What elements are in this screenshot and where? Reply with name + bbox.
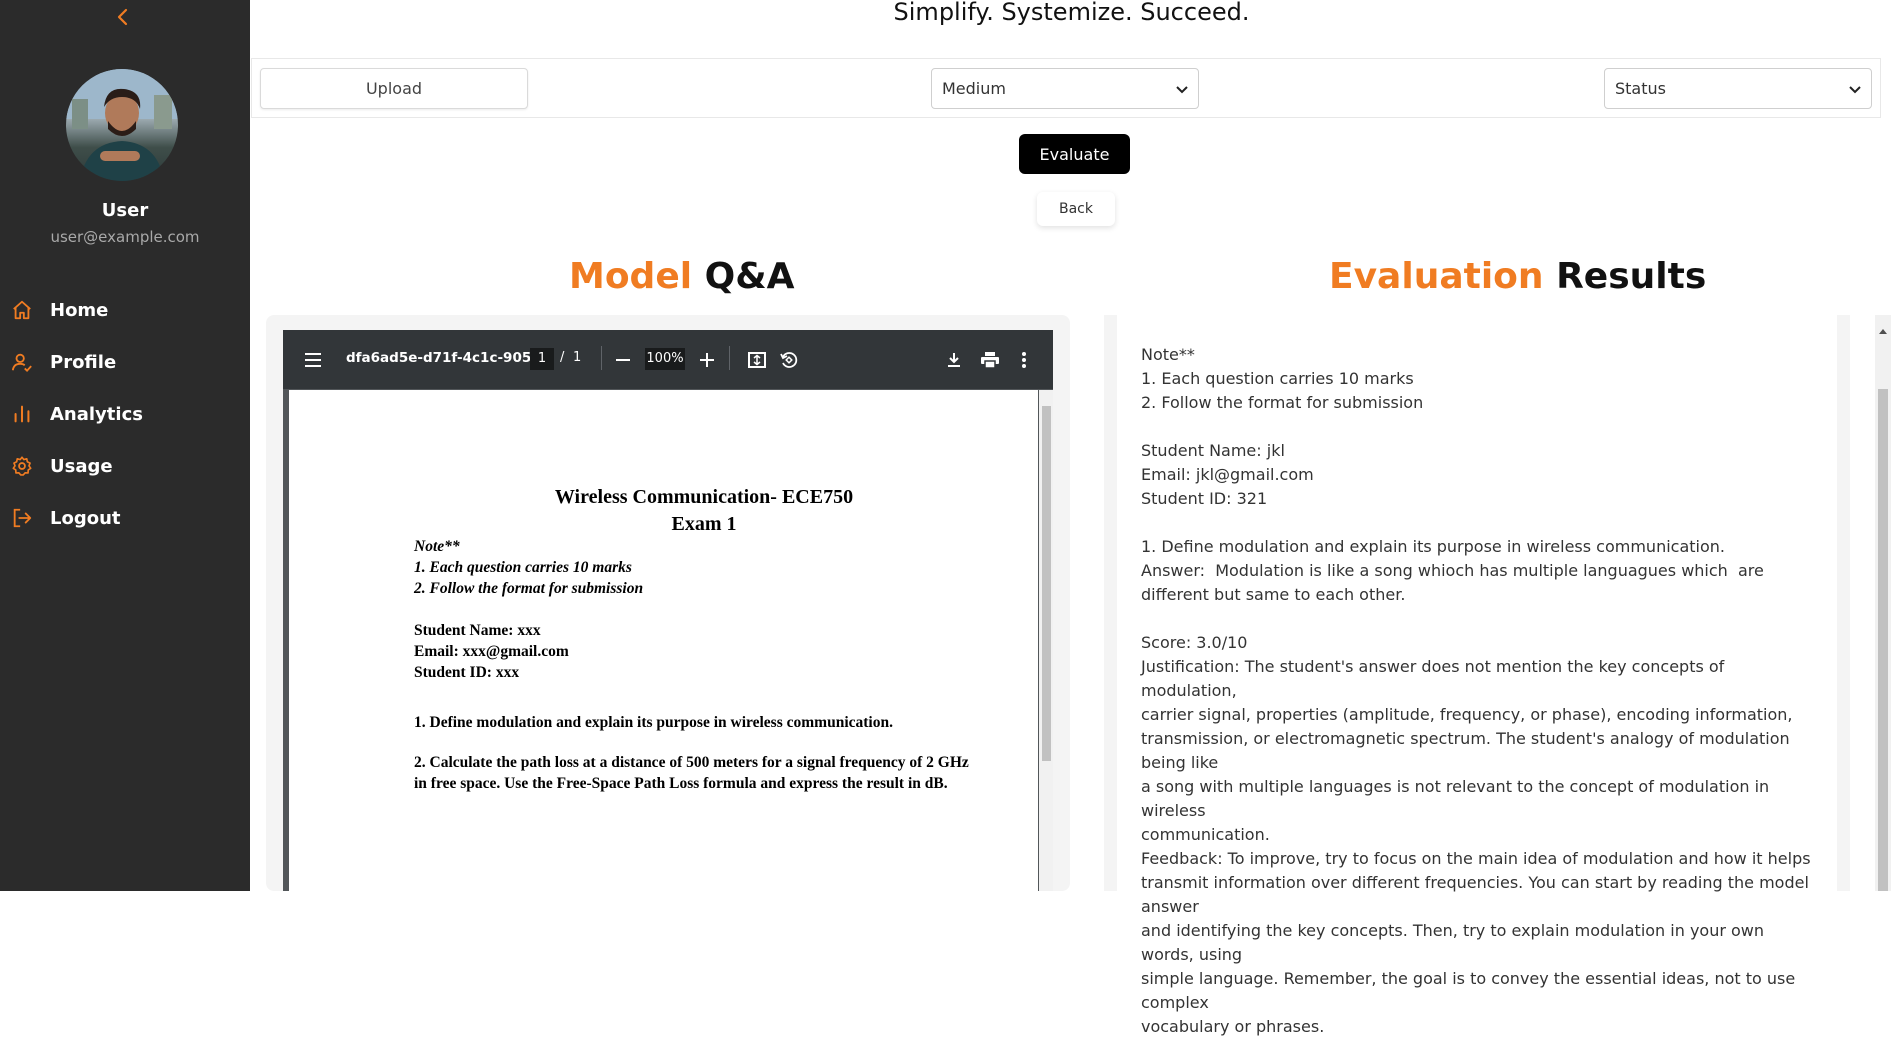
avatar [66,69,178,181]
model-qa-heading: Model Q&A [569,256,795,297]
pdf-viewer[interactable]: dfa6ad5e-d71f-4c1c-905... 1 / 1 100% Wir… [283,330,1053,891]
difficulty-select-value: Medium [942,79,1006,98]
pdf-page: Wireless Communication- ECE750 Exam 1 No… [289,390,1038,891]
sidebar-item-label: Logout [50,507,121,529]
sidebar-item-label: Home [50,299,109,321]
chevron-down-icon [1176,79,1188,98]
sidebar-item-label: Analytics [50,403,143,425]
chevron-down-icon [1849,79,1861,98]
pdf-page-total: 1 [573,350,582,365]
exam-student-name: Student Name: xxx [414,622,541,639]
exam-student-id: Student ID: xxx [414,664,520,681]
menu-icon[interactable] [303,350,323,370]
sidebar-item-logout[interactable]: Logout [0,492,250,544]
download-icon[interactable] [943,349,965,371]
upload-button[interactable]: Upload [260,68,528,109]
difficulty-select[interactable]: Medium [931,68,1199,109]
analytics-icon [10,402,34,426]
exam-subtitle: Exam 1 [671,513,737,535]
rotate-icon[interactable] [778,349,800,371]
logout-icon [10,506,34,530]
fit-page-icon[interactable] [746,349,768,371]
pdf-page-separator: / [560,350,565,365]
chevron-left-icon[interactable] [112,6,134,28]
scroll-up-icon[interactable] [1879,319,1887,338]
evaluation-results-heading: Evaluation Results [1329,256,1706,297]
heading-rest: Q&A [704,256,795,297]
print-icon[interactable] [979,349,1001,371]
exam-question-2: 2. Calculate the path loss at a distance… [414,754,969,771]
sidebar-item-usage[interactable]: Usage [0,440,250,492]
heading-accent: Evaluation [1329,256,1544,297]
status-select-value: Status [1615,79,1666,98]
user-name: User [101,200,149,221]
sidebar-item-label: Usage [50,455,113,477]
exam-question-1: 1. Define modulation and explain its pur… [414,714,893,731]
home-icon [10,298,34,322]
back-button[interactable]: Back [1037,192,1115,226]
exam-question-2-cont: in free space. Use the Free-Space Path L… [414,775,948,792]
evaluate-button[interactable]: Evaluate [1019,134,1130,174]
divider [729,346,730,370]
profile-icon [10,350,34,374]
exam-email: Email: xxx@gmail.com [414,643,569,660]
exam-title: Wireless Communication- ECE750 [554,486,854,508]
exam-note-line: 1. Each question carries 10 marks [414,559,632,576]
pdf-scrollbar[interactable] [1039,390,1053,891]
evaluation-results-text: Note** 1. Each question carries 10 marks… [1141,345,1811,1036]
zoom-out-icon[interactable] [613,350,633,370]
exam-note: Note** [414,538,460,555]
gear-icon [10,454,34,478]
scrollbar-thumb[interactable] [1042,406,1051,761]
sidebar-item-home[interactable]: Home [0,284,250,336]
sidebar: User user@example.com Home Profile Analy… [0,0,250,891]
pdf-page-input[interactable]: 1 [530,348,554,370]
exam-document: Wireless Communication- ECE750 Exam 1 No… [414,486,1014,794]
zoom-level[interactable]: 100% [645,348,685,370]
upload-toolbar: Upload Medium Status [251,58,1881,118]
heading-rest: Results [1556,256,1707,297]
status-select[interactable]: Status [1604,68,1872,109]
more-options-icon[interactable] [1013,349,1035,371]
pdf-filename: dfa6ad5e-d71f-4c1c-905... [346,350,547,366]
pdf-toolbar: dfa6ad5e-d71f-4c1c-905... 1 / 1 100% [283,330,1053,389]
exam-note-line: 2. Follow the format for submission [414,580,644,597]
divider [601,346,602,370]
user-email: user@example.com [50,228,200,246]
results-scrollbar[interactable] [1875,315,1891,891]
heading-accent: Model [569,256,693,297]
tagline: Simplify. Systemize. Succeed. [893,0,1250,26]
sidebar-nav: Home Profile Analytics Usage Logout [0,284,250,544]
sidebar-item-profile[interactable]: Profile [0,336,250,388]
scrollbar-thumb[interactable] [1878,389,1888,891]
sidebar-item-analytics[interactable]: Analytics [0,388,250,440]
sidebar-item-label: Profile [50,351,117,373]
zoom-in-icon[interactable] [697,350,717,370]
